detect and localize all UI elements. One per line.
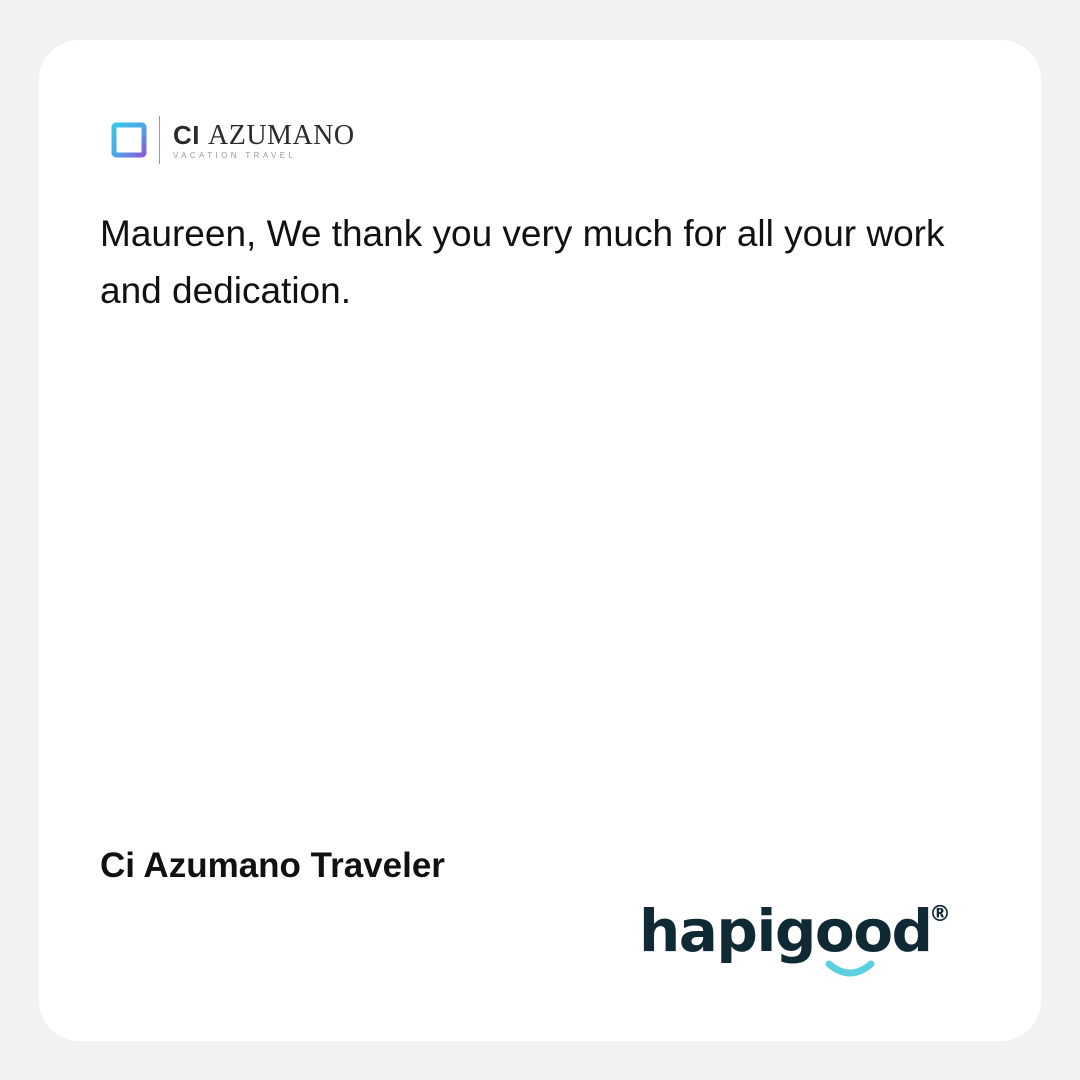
gradient-square-icon: [111, 122, 147, 158]
brand-name-prefix: CI: [173, 120, 200, 150]
brand-tagline: VACATION TRAVEL: [173, 151, 297, 160]
hapigood-wordmark: hapigood: [639, 897, 933, 965]
testimonial-card: CI AZUMANO VACATION TRAVEL Maureen, We th…: [39, 40, 1041, 1041]
logo-divider: [159, 116, 160, 164]
ci-azumano-logo: CI AZUMANO VACATION TRAVEL: [111, 116, 371, 164]
brand-name-main: AZUMANO: [208, 120, 355, 151]
hapigood-logo: hapigood ®: [639, 896, 959, 982]
smile-icon: [825, 960, 875, 977]
registered-mark: ®: [929, 902, 951, 927]
testimonial-message: Maureen, We thank you very much for all …: [100, 213, 945, 311]
brand-name: CI AZUMANO: [173, 120, 355, 152]
testimonial-author: Ci Azumano Traveler: [100, 846, 445, 885]
